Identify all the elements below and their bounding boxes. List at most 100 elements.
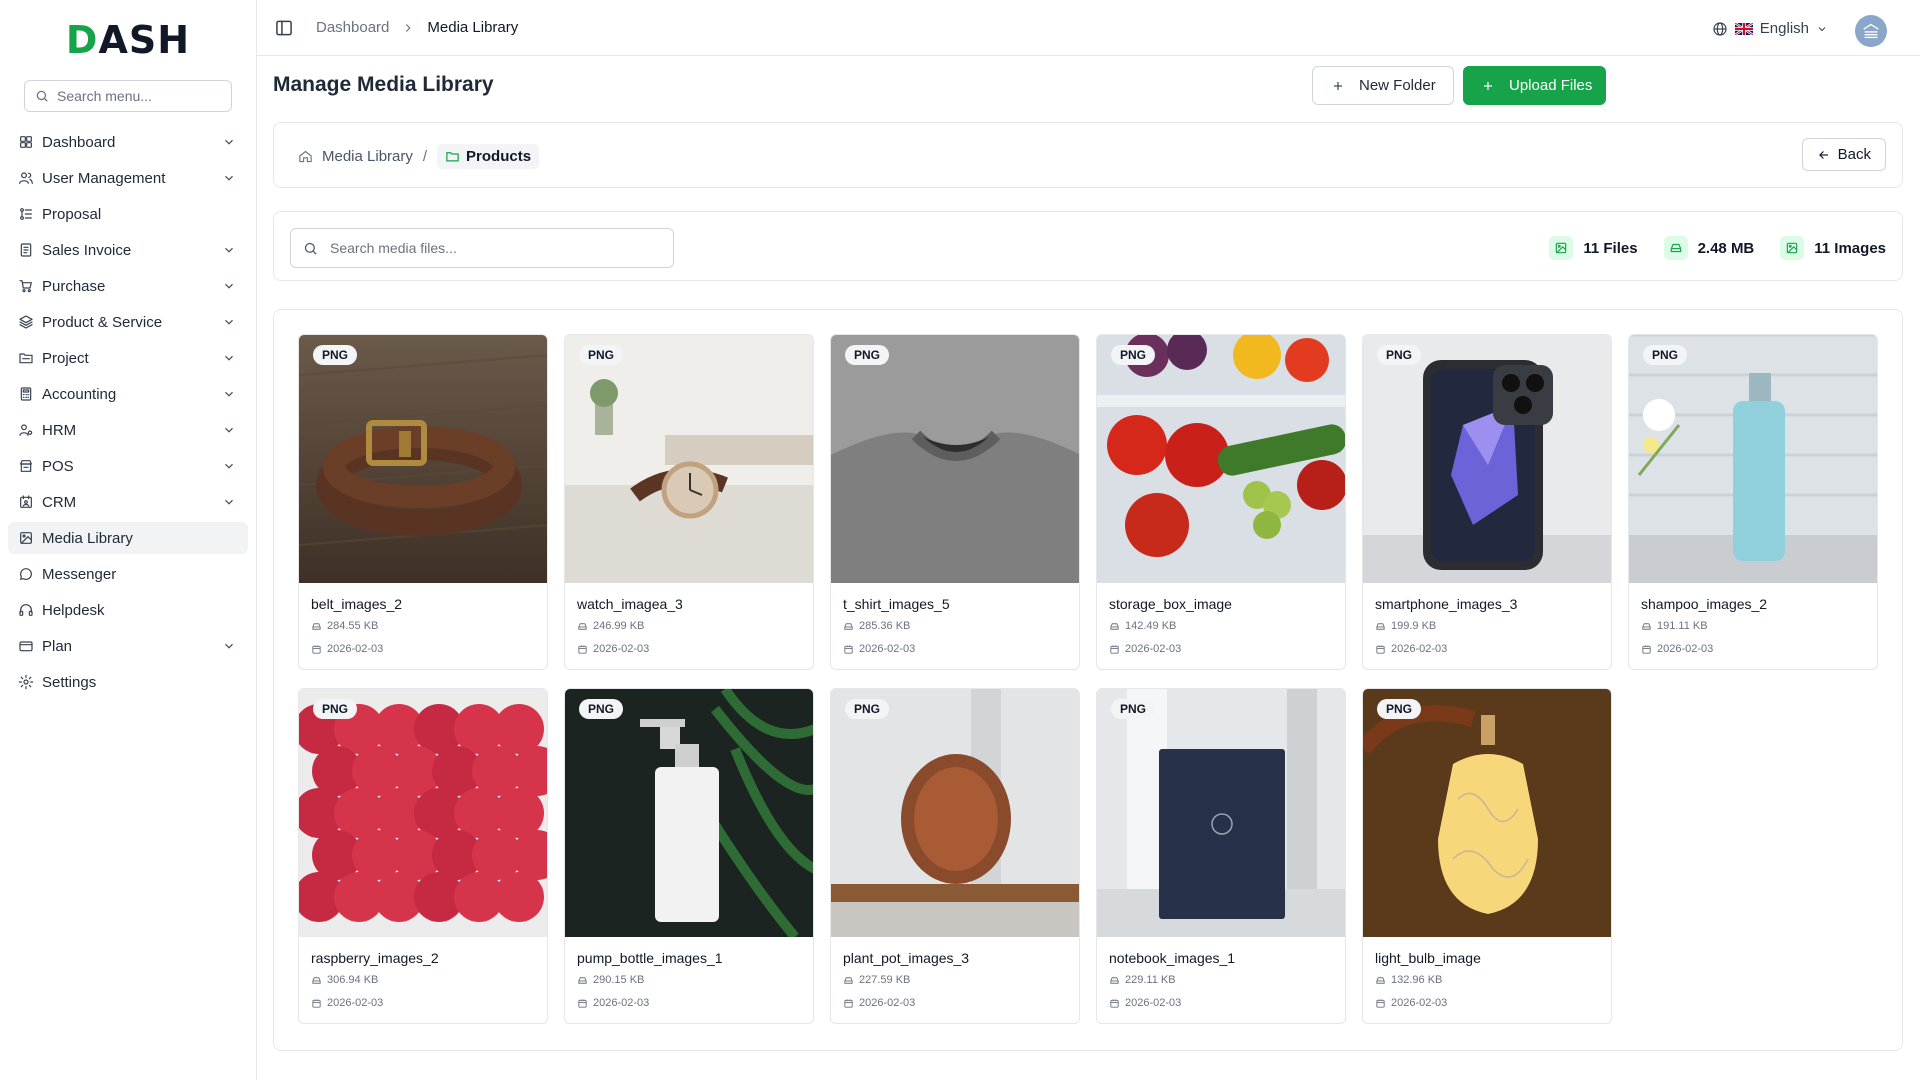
media-thumbnail[interactable]: PNG <box>831 689 1079 937</box>
media-size: 229.11 KB <box>1125 974 1176 986</box>
sidebar-item-plan[interactable]: Plan <box>8 630 248 662</box>
sidebar-item-hrm[interactable]: HRM <box>8 414 248 446</box>
calendar-icon <box>312 644 321 654</box>
media-name: pump_bottle_images_1 <box>577 950 723 966</box>
media-item[interactable]: PNG notebook_images_1 229.11 KB 2026-02-03 <box>1096 688 1346 1024</box>
media-thumbnail[interactable]: PNG <box>1097 689 1345 937</box>
hard-drive-icon <box>1110 622 1119 630</box>
media-item[interactable]: PNG raspberry_images_2 306.94 KB 2026-02-03 <box>298 688 548 1024</box>
cart-icon <box>19 280 32 293</box>
pos-icon <box>20 460 32 472</box>
hard-drive-icon <box>1376 622 1385 630</box>
sidebar-item-label: Project <box>42 349 89 367</box>
media-stats: 11 Files 2.48 MB 11 Images <box>1549 236 1886 260</box>
hard-drive-icon <box>578 976 587 984</box>
media-toolbar: 11 Files 2.48 MB 11 Images <box>273 211 1903 281</box>
media-item[interactable]: PNG light_bulb_image 132.96 KB 2026-02-03 <box>1362 688 1612 1024</box>
upload-files-button[interactable]: Upload Files <box>1463 66 1606 105</box>
sidebar-item-label: Dashboard <box>42 133 116 151</box>
sidebar-item-pos[interactable]: POS <box>8 450 248 482</box>
media-thumbnail[interactable]: PNG <box>1097 335 1345 583</box>
sidebar-item-user-management[interactable]: User Management <box>8 162 248 194</box>
media-size-row: 229.11 KB <box>1109 973 1333 987</box>
media-size: 285.36 KB <box>859 620 911 632</box>
chevron-right-icon <box>406 23 411 32</box>
media-item[interactable]: PNG smartphone_images_3 199.9 KB 2026-02-03 <box>1362 334 1612 670</box>
file-type-badge: PNG <box>1111 345 1156 365</box>
media-item[interactable]: PNG watch_imagea_3 246.99 KB 2026-02-03 <box>564 334 814 670</box>
menu-search[interactable]: Search menu... <box>24 80 232 112</box>
folder-crumb-root[interactable]: Media Library <box>322 148 413 165</box>
home-icon <box>299 150 312 163</box>
hard-drive-icon <box>1663 236 1688 260</box>
sidebar-item-product-service[interactable]: Product & Service <box>8 306 248 338</box>
sidebar: DASH Search menu... Dashboard User Manage… <box>0 0 257 1080</box>
media-item[interactable]: PNG t_shirt_images_5 285.36 KB 2026-02-03 <box>830 334 1080 670</box>
folder-crumb-separator: / <box>422 148 428 165</box>
chevron-down-icon <box>225 319 233 325</box>
media-item[interactable]: PNG storage_box_image 142.49 KB 2026-02-03 <box>1096 334 1346 670</box>
media-name: watch_imagea_3 <box>577 596 683 612</box>
media-date: 2026-02-03 <box>1125 997 1182 1009</box>
sidebar-item-helpdesk[interactable]: Helpdesk <box>8 594 248 626</box>
media-thumbnail[interactable]: PNG <box>831 335 1079 583</box>
avatar-building-icon <box>1863 23 1879 39</box>
media-date: 2026-02-03 <box>1391 643 1448 655</box>
total-size-stat: 2.48 MB <box>1663 236 1754 260</box>
media-thumbnail[interactable]: PNG <box>1363 335 1611 583</box>
media-item[interactable]: PNG shampoo_images_2 191.11 KB 2026-02-03 <box>1628 334 1878 670</box>
hard-drive-icon <box>578 622 587 630</box>
media-thumbnail[interactable]: PNG <box>565 335 813 583</box>
media-thumbnail[interactable]: PNG <box>299 335 547 583</box>
new-folder-button[interactable]: New Folder <box>1312 66 1454 105</box>
language-selector[interactable]: English <box>1712 20 1828 37</box>
sidebar-item-label: CRM <box>42 493 77 511</box>
sidebar-item-media-library[interactable]: Media Library <box>8 522 248 554</box>
sidebar-toggle-icon[interactable] <box>274 18 294 38</box>
brand-logo[interactable]: DASH <box>0 0 256 80</box>
chevron-down-icon <box>225 355 233 361</box>
current-folder-label: Products <box>466 148 532 165</box>
media-thumbnail[interactable]: PNG <box>1363 689 1611 937</box>
file-type-badge: PNG <box>1377 345 1422 365</box>
media-item[interactable]: PNG plant_pot_images_3 227.59 KB 2026-02-03 <box>830 688 1080 1024</box>
media-search-input[interactable] <box>330 240 650 256</box>
sidebar-item-proposal[interactable]: Proposal <box>8 198 248 230</box>
user-avatar[interactable] <box>1855 15 1887 47</box>
media-size: 290.15 KB <box>593 974 645 986</box>
media-item[interactable]: PNG pump_bottle_images_1 290.15 KB 2026-02-… <box>564 688 814 1024</box>
media-date-row: 2026-02-03 <box>577 996 801 1010</box>
hard-drive-icon <box>1642 622 1651 630</box>
chevron-down-icon <box>225 139 233 145</box>
file-type-badge: PNG <box>845 345 890 365</box>
sidebar-item-sales-invoice[interactable]: Sales Invoice <box>8 234 248 266</box>
hard-drive-icon <box>312 976 321 984</box>
sidebar-item-messenger[interactable]: Messenger <box>8 558 248 590</box>
sidebar-item-accounting[interactable]: Accounting <box>8 378 248 410</box>
breadcrumb-dashboard[interactable]: Dashboard <box>316 19 389 36</box>
media-size: 246.99 KB <box>593 620 645 632</box>
sidebar-item-purchase[interactable]: Purchase <box>8 270 248 302</box>
folder-icon <box>19 353 33 364</box>
media-item[interactable]: PNG belt_images_2 284.55 KB 2026-02-03 <box>298 334 548 670</box>
back-button[interactable]: Back <box>1801 138 1886 171</box>
media-thumbnail[interactable]: PNG <box>565 689 813 937</box>
sidebar-item-dashboard[interactable]: Dashboard <box>8 126 248 158</box>
sidebar-item-label: Settings <box>42 673 97 691</box>
sidebar-item-crm[interactable]: CRM <box>8 486 248 518</box>
media-size-row: 306.94 KB <box>311 973 535 987</box>
sidebar-item-settings[interactable]: Settings <box>8 666 248 698</box>
media-thumbnail[interactable]: PNG <box>1629 335 1877 583</box>
main-content: Manage Media Library New Folder Upload F… <box>257 56 1920 1080</box>
media-size-row: 246.99 KB <box>577 619 801 633</box>
media-name: light_bulb_image <box>1375 950 1481 966</box>
media-date-row: 2026-02-03 <box>311 996 535 1010</box>
media-date-row: 2026-02-03 <box>1641 642 1865 656</box>
media-size-row: 290.15 KB <box>577 973 801 987</box>
sidebar-item-project[interactable]: Project <box>8 342 248 374</box>
calendar-icon <box>844 644 853 654</box>
media-thumbnail[interactable]: PNG <box>299 689 547 937</box>
media-size: 306.94 KB <box>327 974 379 986</box>
search-icon <box>304 242 317 255</box>
back-label: Back <box>1837 146 1871 163</box>
